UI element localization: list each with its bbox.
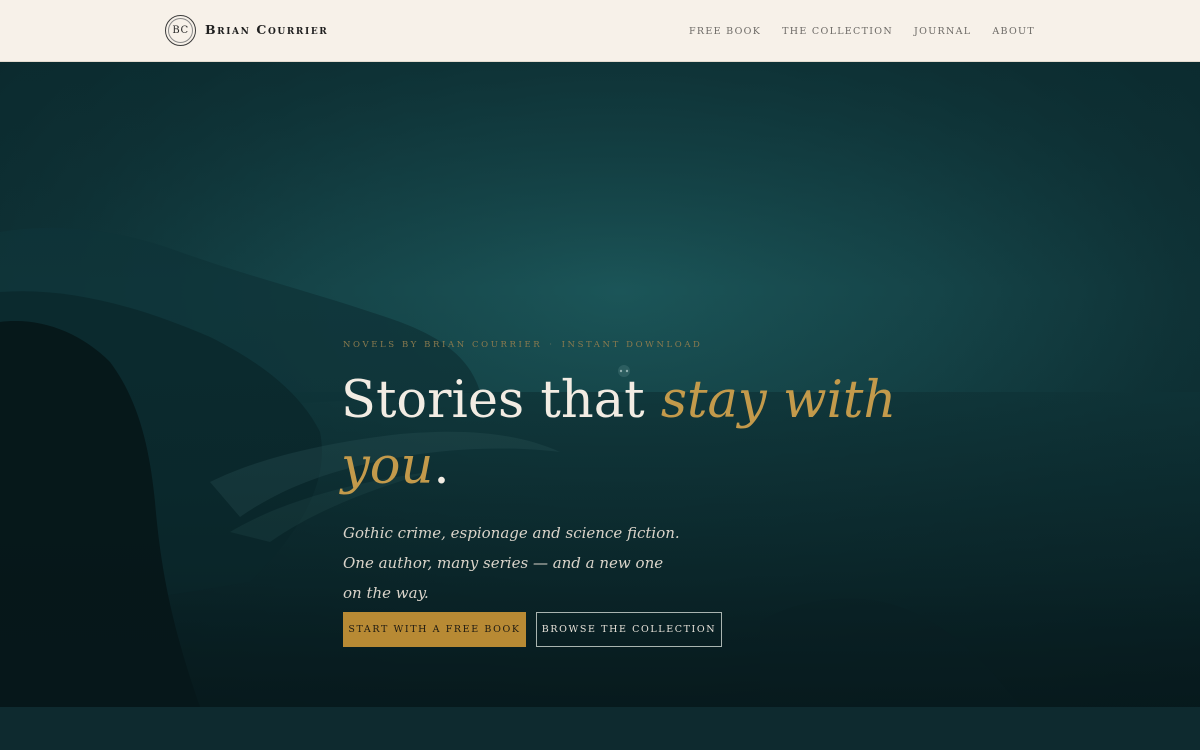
- nav-the-collection[interactable]: THE COLLECTION: [782, 26, 893, 37]
- nav-about[interactable]: ABOUT: [992, 26, 1035, 37]
- nav-journal[interactable]: JOURNAL: [914, 26, 971, 37]
- free-book-button[interactable]: START WITH A FREE BOOK: [343, 612, 526, 647]
- eyebrow-author: NOVELS BY BRIAN COURRIER: [343, 340, 543, 350]
- browse-collection-button[interactable]: BROWSE THE COLLECTION: [536, 612, 722, 647]
- headline-plain: Stories that: [341, 371, 661, 430]
- hero-subhead: Gothic crime, espionage and science fict…: [343, 524, 680, 602]
- eyebrow-separator: ·: [549, 340, 555, 350]
- site-header: BC Brian Courrier FREE BOOK THE COLLECTI…: [0, 0, 1200, 62]
- hero-section: NOVELS BY BRIAN COURRIER · INSTANT DOWNLOA…: [0, 62, 1200, 707]
- main-nav: FREE BOOK THE COLLECTION JOURNAL ABOUT: [689, 26, 1035, 37]
- hero-headline: Stories that stay with you.: [341, 368, 901, 500]
- nav-free-book[interactable]: FREE BOOK: [689, 26, 761, 37]
- next-section-strip: [0, 707, 1200, 750]
- headline-period: .: [433, 437, 450, 496]
- brand-name[interactable]: Brian Courrier: [205, 22, 328, 37]
- hero-eyebrow: NOVELS BY BRIAN COURRIER · INSTANT DOWNLOA…: [343, 340, 702, 350]
- eyebrow-download: INSTANT DOWNLOAD: [561, 340, 703, 350]
- logo-monogram[interactable]: BC: [165, 15, 196, 46]
